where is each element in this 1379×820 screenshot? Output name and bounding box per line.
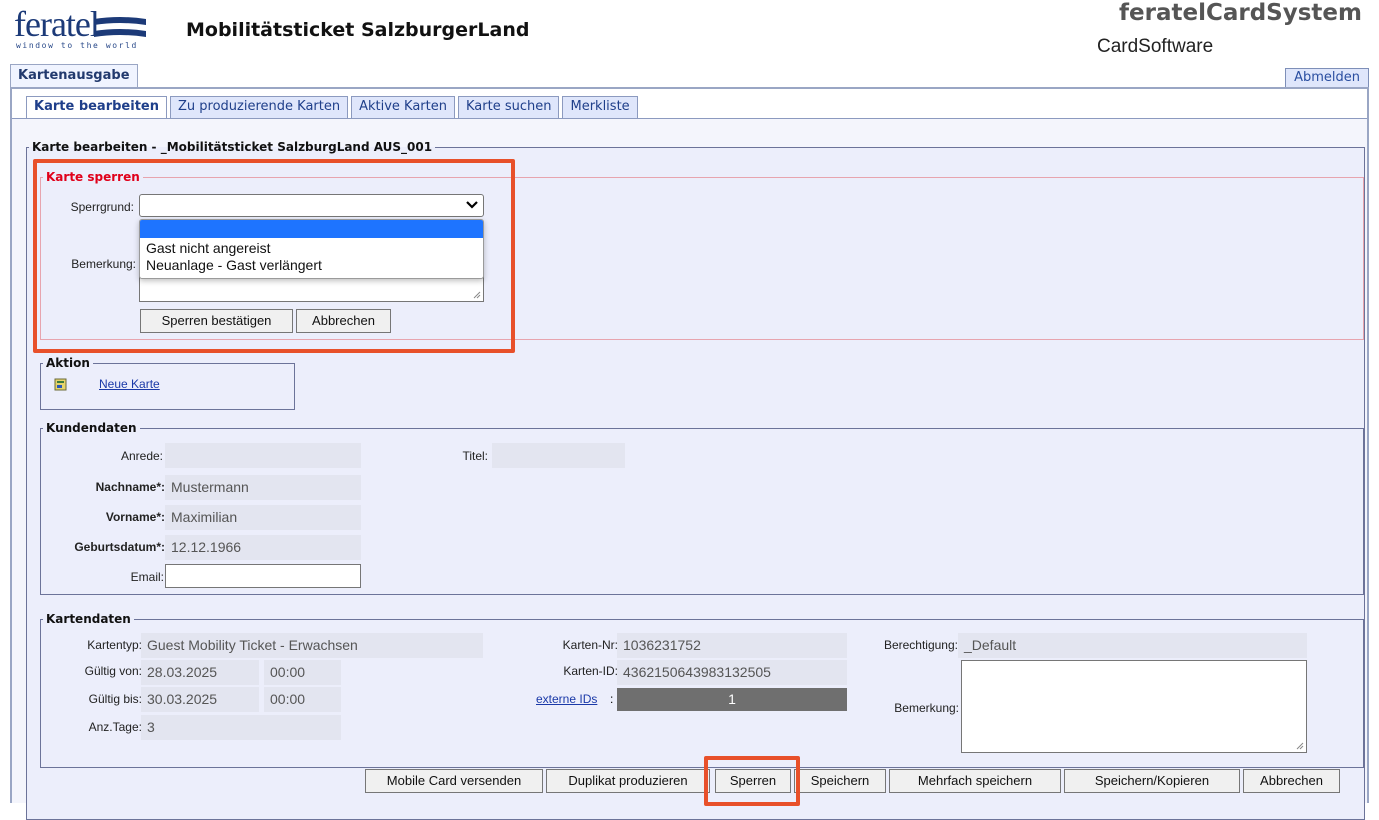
- kartentyp-label: Kartentyp:: [87, 638, 142, 652]
- tab-karte-bearbeiten[interactable]: Karte bearbeiten: [26, 96, 167, 119]
- save-multiple-button[interactable]: Mehrfach speichern: [889, 769, 1061, 793]
- tab-zu-produzierende-karten[interactable]: Zu produzierende Karten: [170, 96, 349, 118]
- titel-field[interactable]: [492, 443, 625, 468]
- gueltig-bis-date[interactable]: 30.03.2025: [141, 687, 259, 712]
- app-title: Mobilitätsticket SalzburgerLand: [186, 19, 530, 41]
- dropdown-option-empty[interactable]: [140, 220, 483, 238]
- geburtsdatum-field[interactable]: 12.12.1966: [165, 535, 361, 560]
- brand-subtitle: CardSoftware: [1097, 36, 1214, 57]
- tab-karte-suchen[interactable]: Karte suchen: [458, 96, 560, 118]
- action-panel: Aktion: [40, 356, 295, 410]
- sperrgrund-dropdown: Gast nicht angereist Neuanlage - Gast ve…: [139, 219, 484, 279]
- gueltig-bis-label: Gültig bis:: [88, 692, 142, 706]
- anz-tage-label: Anz.Tage:: [88, 720, 142, 734]
- karten-bemerkung-label: Bemerkung:: [894, 701, 959, 715]
- karten-nr-label: Karten-Nr:: [562, 638, 618, 652]
- gueltig-bis-time[interactable]: 00:00: [264, 687, 341, 712]
- kartentyp-field[interactable]: Guest Mobility Ticket - Erwachsen: [141, 633, 483, 658]
- new-card-icon[interactable]: [54, 377, 68, 391]
- karten-nr-field[interactable]: 1036231752: [617, 633, 847, 658]
- anrede-field[interactable]: [165, 443, 361, 468]
- tab-kartenausgabe[interactable]: Kartenausgabe: [10, 64, 138, 88]
- brand-title: feratelCardSystem: [1119, 0, 1362, 26]
- externe-ids-count[interactable]: 1: [617, 688, 847, 711]
- dropdown-option[interactable]: Gast nicht angereist: [140, 238, 483, 257]
- card-data-title: Kartendaten: [46, 612, 131, 626]
- gueltig-von-date[interactable]: 28.03.2025: [141, 660, 259, 685]
- dropdown-option[interactable]: Neuanlage - Gast verlängert: [140, 257, 483, 276]
- externe-ids-link[interactable]: externe IDs: [536, 692, 597, 706]
- berechtigung-field[interactable]: _Default: [958, 633, 1307, 658]
- feratel-logo-text: feratel: [14, 4, 100, 44]
- produce-duplicate-button[interactable]: Duplikat produzieren: [546, 769, 710, 793]
- titel-label: Titel:: [462, 449, 488, 463]
- page-title: Karte bearbeiten - _Mobilitätsticket Sal…: [32, 140, 433, 154]
- nachname-field[interactable]: Mustermann: [165, 475, 361, 500]
- karten-id-field[interactable]: 4362150643983132505: [617, 660, 847, 685]
- send-mobile-card-button[interactable]: Mobile Card versenden: [365, 769, 543, 793]
- anz-tage-field[interactable]: 3: [141, 715, 341, 740]
- action-title: Aktion: [46, 356, 90, 370]
- email-input[interactable]: [165, 564, 361, 588]
- karten-id-label: Karten-ID:: [563, 664, 618, 678]
- new-card-link[interactable]: Neue Karte: [99, 377, 160, 391]
- sub-tabs: Karte bearbeiten Zu produzierende Karten…: [26, 96, 638, 119]
- highlight-box: [704, 756, 800, 806]
- anrede-label: Anrede:: [120, 449, 163, 463]
- email-label: Email:: [130, 570, 164, 584]
- gueltig-von-label: Gültig von:: [84, 664, 142, 678]
- tab-merkliste[interactable]: Merkliste: [562, 96, 638, 118]
- save-copy-button[interactable]: Speichern/Kopieren: [1064, 769, 1240, 793]
- gueltig-von-time[interactable]: 00:00: [264, 660, 341, 685]
- resize-handle-icon[interactable]: [1296, 742, 1304, 750]
- vorname-label: Vorname*:: [105, 510, 165, 524]
- logout-button[interactable]: Abmelden: [1285, 68, 1369, 88]
- colon-text: :: [610, 692, 614, 706]
- feratel-logo-icon: [94, 17, 146, 37]
- nachname-label: Nachname*:: [95, 480, 165, 494]
- geburtsdatum-label: Geburtsdatum*:: [74, 540, 165, 554]
- cancel-button[interactable]: Abbrechen: [1243, 769, 1340, 793]
- save-button[interactable]: Speichern: [794, 769, 886, 793]
- karten-bemerkung-input[interactable]: [961, 660, 1307, 753]
- tab-aktive-karten[interactable]: Aktive Karten: [351, 96, 455, 118]
- customer-title: Kundendaten: [46, 421, 137, 435]
- berechtigung-label: Berechtigung:: [883, 638, 958, 652]
- logo-tagline: window to the world: [16, 41, 138, 50]
- vorname-field[interactable]: Maximilian: [165, 505, 361, 530]
